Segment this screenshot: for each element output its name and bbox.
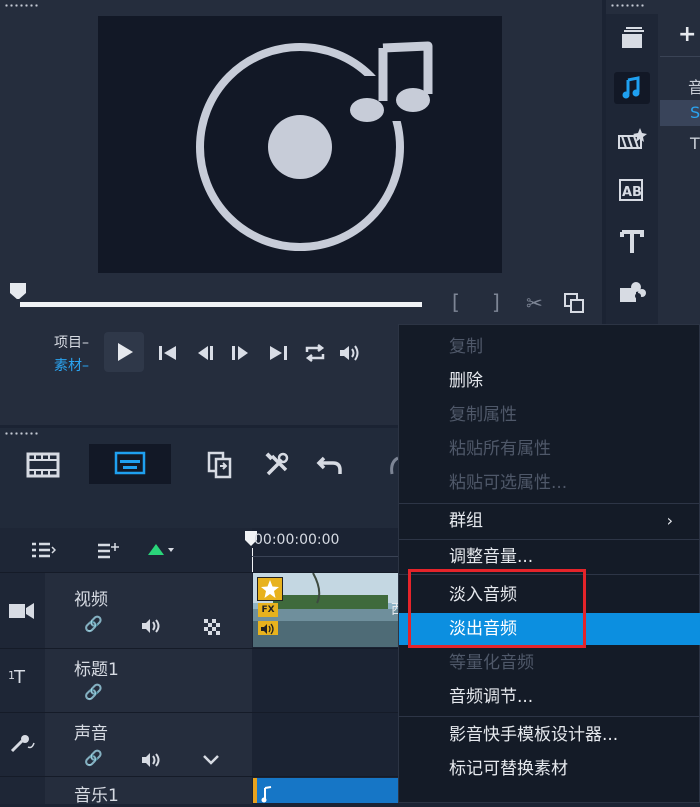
library-list-item[interactable]: 音: [660, 72, 700, 97]
submenu-arrow-icon: ›: [666, 511, 673, 530]
graphics-icon[interactable]: [614, 276, 650, 308]
preview-screen: [98, 16, 502, 273]
menu-item-audio-adjust[interactable]: 音频调节...: [399, 681, 700, 713]
music-track-name: 音乐1: [74, 786, 119, 806]
media-library-icon[interactable]: [614, 22, 650, 54]
audio-badge: [258, 621, 278, 635]
svg-text:AB: AB: [622, 185, 642, 200]
voice-track-icon-col: [0, 713, 45, 777]
transparency-icon[interactable]: [204, 619, 220, 635]
clip-mode-toggle[interactable]: 素材–: [54, 355, 89, 375]
library-list-item-selected[interactable]: S: [660, 100, 700, 126]
track-volume-icon[interactable]: [140, 751, 164, 769]
favorite-badge: [257, 577, 283, 601]
link-icon[interactable]: 🔗: [84, 749, 103, 767]
volume-icon[interactable]: [338, 343, 362, 363]
menu-item-mark-replaceable[interactable]: 标记可替换素材: [399, 753, 700, 785]
title-ab-icon[interactable]: AB: [614, 174, 650, 206]
go-to-end-icon[interactable]: [268, 344, 288, 362]
menu-item-normalize-audio[interactable]: 等量化音频: [399, 647, 700, 679]
film-strip-icon: [26, 452, 60, 478]
replace-media-icon[interactable]: [206, 450, 234, 480]
play-button[interactable]: [104, 332, 144, 372]
library-item-label: T: [690, 134, 700, 153]
menu-item-copy-attributes[interactable]: 复制属性: [399, 399, 700, 431]
library-item-label: S: [690, 103, 700, 122]
expand-chevron-icon[interactable]: [202, 753, 220, 767]
mark-in-button[interactable]: [: [452, 290, 460, 314]
text-t-icon: T: [14, 667, 25, 688]
next-frame-icon[interactable]: [230, 344, 250, 362]
enlarge-preview-icon[interactable]: [564, 293, 584, 313]
undo-icon[interactable]: [316, 452, 346, 478]
video-camera-icon: [9, 603, 34, 619]
voice-track-header[interactable]: 声音 🔗: [0, 712, 252, 777]
timeline-view-icon: [114, 451, 146, 475]
mark-out-button[interactable]: ]: [492, 290, 500, 314]
menu-item-group-label: 群组: [449, 511, 483, 531]
scrubber-track[interactable]: [20, 302, 422, 307]
menu-separator: [399, 503, 700, 504]
menu-separator: [399, 716, 700, 717]
menu-item-paste-selected-attributes[interactable]: 粘贴可选属性...: [399, 467, 700, 499]
transition-icon[interactable]: [614, 124, 650, 156]
scrubber-handle[interactable]: [10, 283, 26, 299]
music-disc-icon: [196, 41, 446, 251]
add-track-icon[interactable]: [96, 541, 122, 559]
context-menu: 复制 删除 复制属性 粘贴所有属性 粘贴可选属性... 群组 › 调整音量...…: [398, 324, 700, 803]
project-mode-label: 项目: [54, 335, 82, 351]
menu-item-paste-all-attributes[interactable]: 粘贴所有属性: [399, 433, 700, 465]
fx-badge: FX: [258, 603, 278, 617]
track-volume-icon[interactable]: [140, 617, 164, 635]
library-list-item[interactable]: T: [660, 132, 700, 156]
add-library-button[interactable]: +: [678, 22, 696, 47]
video-track-header[interactable]: 视频 🔗: [0, 572, 252, 649]
video-track-name: 视频: [74, 590, 108, 610]
library-item-label: 音: [688, 78, 700, 97]
tools-icon[interactable]: [262, 450, 292, 480]
panel-grip[interactable]: [4, 4, 38, 7]
project-mode-toggle[interactable]: 项目–: [54, 332, 89, 352]
library-grip[interactable]: [610, 4, 644, 7]
title-track-header[interactable]: 1 T 标题1 🔗: [0, 648, 252, 713]
title-track-name: 标题1: [74, 660, 119, 680]
music-note-icon: [261, 786, 272, 803]
chapter-marker-icon[interactable]: [146, 541, 176, 557]
music-track-header[interactable]: 音乐1: [0, 776, 252, 806]
title-track-icon-col: 1 T: [0, 649, 45, 713]
star-icon: [261, 580, 279, 598]
music-track-icon-col: [0, 777, 45, 804]
library-divider: [660, 56, 700, 57]
text-title-icon[interactable]: [614, 226, 650, 258]
track-manager-icon[interactable]: [30, 541, 56, 559]
link-icon[interactable]: 🔗: [84, 683, 103, 701]
speaker-icon: [261, 623, 274, 635]
timecode-label: 00:00:00:00: [254, 532, 340, 548]
link-icon[interactable]: 🔗: [84, 615, 103, 633]
highlight-box: [408, 569, 586, 648]
voice-track-name: 声音: [74, 724, 108, 744]
video-track-icon-col: [0, 573, 45, 649]
repeat-icon[interactable]: [303, 342, 327, 364]
go-to-start-icon[interactable]: [158, 344, 178, 362]
library-list: [660, 18, 700, 318]
menu-item-group[interactable]: 群组 ›: [399, 505, 700, 537]
menu-item-copy[interactable]: 复制: [399, 331, 700, 363]
scissors-icon[interactable]: ✂: [526, 291, 543, 315]
menu-item-delete[interactable]: 删除: [399, 365, 700, 397]
previous-frame-icon[interactable]: [196, 344, 216, 362]
clip-mode-label: 素材: [54, 358, 82, 374]
play-icon: [118, 343, 133, 361]
menu-separator: [399, 539, 700, 540]
microphone-icon: [10, 735, 35, 753]
storyboard-view-button[interactable]: [22, 448, 64, 484]
menu-item-template-designer[interactable]: 影音快手模板设计器...: [399, 719, 700, 751]
audio-library-icon[interactable]: [614, 72, 650, 104]
timeline-view-button[interactable]: [89, 444, 171, 484]
timeline-grip[interactable]: [4, 432, 38, 435]
